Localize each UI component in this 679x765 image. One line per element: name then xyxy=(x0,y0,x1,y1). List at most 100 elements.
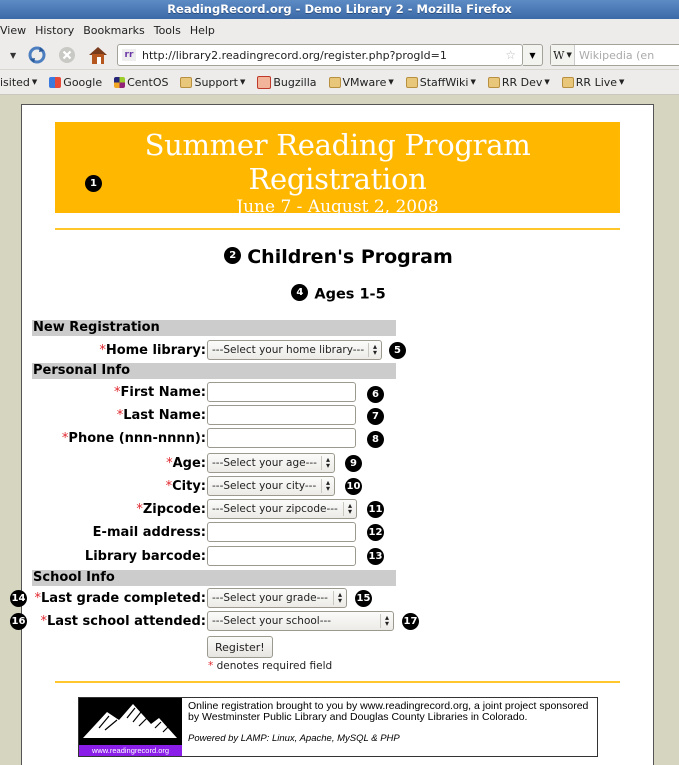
age-group: Ages 1-5 xyxy=(314,286,386,303)
readingrecord-logo[interactable]: www.readingrecord.org xyxy=(79,698,182,756)
phone-label: *Phone (nnn-nnnn): xyxy=(62,431,206,446)
url-text: http://library2.readingrecord.org/regist… xyxy=(142,48,447,62)
stop-button[interactable] xyxy=(56,44,78,66)
bookmark-google[interactable]: Google xyxy=(49,76,102,89)
select-value: ---Select your school--- xyxy=(212,615,332,627)
age-select[interactable]: ---Select your age--- ▴ ▾ xyxy=(207,453,335,473)
divider xyxy=(55,681,620,683)
banner-title: Summer Reading Program Registration xyxy=(144,128,531,196)
home-button[interactable] xyxy=(86,44,110,66)
westminster-logo-icon xyxy=(273,225,294,239)
reload-button[interactable] xyxy=(26,44,48,66)
required-field-note: * denotes required field xyxy=(208,660,332,672)
phone-input[interactable] xyxy=(207,428,356,448)
chevron-down-icon: ▼ xyxy=(619,78,625,86)
search-placeholder: Wikipedia (en xyxy=(579,48,655,62)
menu-bookmarks[interactable]: Bookmarks xyxy=(83,24,144,37)
folder-icon xyxy=(487,76,500,88)
first-name-input[interactable] xyxy=(207,382,356,402)
bookmark-centos[interactable]: CentOS xyxy=(114,76,168,89)
form-row-grade: 14 *Last grade completed: ---Select your… xyxy=(10,587,655,609)
mountains-icon xyxy=(83,704,177,738)
note-text: denotes required field xyxy=(216,660,333,672)
form-row-home-library: *Home library: ---Select your home libra… xyxy=(22,339,655,361)
required-marker: * xyxy=(208,660,214,672)
url-bar[interactable]: rr http://library2.readingrecord.org/reg… xyxy=(117,44,523,66)
select-value: ---Select your city--- xyxy=(212,480,317,492)
form-row-zipcode: *Zipcode: ---Select your zipcode--- ▴ ▾ 1… xyxy=(22,498,655,520)
chevron-down-icon: ▼ xyxy=(239,78,246,86)
select-arrows-icon: ▴ ▾ xyxy=(343,502,356,516)
annotation-badge: 7 xyxy=(367,408,384,425)
barcode-label: Library barcode: xyxy=(84,548,206,564)
program-name: Children's Program xyxy=(247,246,453,268)
city-select[interactable]: ---Select your city--- ▴ ▾ xyxy=(207,476,335,496)
bookmark-rr-live[interactable]: RR Live ▼ xyxy=(561,76,625,89)
chevron-down-icon: ▼ xyxy=(31,78,38,86)
first-name-label: *First Name: xyxy=(114,385,206,400)
annotation-badge: 12 xyxy=(367,524,384,541)
annotation-badge: 2 xyxy=(224,247,242,264)
url-history-dropdown[interactable]: ▼ xyxy=(523,44,543,66)
menu-help[interactable]: Help xyxy=(190,24,215,37)
search-box[interactable]: W ▼ Wikipedia (en xyxy=(550,44,679,66)
annotation-badge: 4 xyxy=(291,284,309,301)
annotation-badge: 10 xyxy=(345,478,362,495)
folder-icon xyxy=(328,76,341,88)
navigation-toolbar: ▼ rr http://library2.readingrecord.org/r… xyxy=(0,41,679,69)
window-title-bar: ReadingRecord.org - Demo Library 2 - Moz… xyxy=(0,0,679,19)
select-value: ---Select your age--- xyxy=(212,457,317,469)
bookmark-label: StaffWiki xyxy=(419,75,469,89)
bookmark-vmware[interactable]: VMware ▼ xyxy=(328,75,394,89)
bookmark-support[interactable]: Support ▼ xyxy=(180,76,245,89)
home-library-select[interactable]: ---Select your home library--- ▴ ▾ xyxy=(207,340,382,360)
bookmark-rr-dev[interactable]: RR Dev ▼ xyxy=(487,75,550,89)
bookmark-label: VMware xyxy=(342,75,387,89)
bookmark-label: Google xyxy=(63,75,103,89)
banner-dates: June 7 - August 2, 2008 xyxy=(236,197,439,217)
site-favicon: rr xyxy=(122,49,136,61)
select-arrows-icon: ▴ ▾ xyxy=(380,614,393,628)
google-icon xyxy=(49,76,62,88)
menu-history[interactable]: History xyxy=(35,24,74,37)
zipcode-select[interactable]: ---Select your zipcode--- ▴ ▾ xyxy=(207,499,357,519)
bookmark-label: RR Dev xyxy=(501,75,543,89)
select-value: ---Select your grade--- xyxy=(212,592,328,604)
chevron-down-icon: ▼ xyxy=(544,78,550,86)
bookmark-bugzilla[interactable]: Bugzilla xyxy=(257,75,317,89)
search-engine-selector[interactable]: W ▼ xyxy=(551,45,575,65)
select-arrows-icon: ▴ ▾ xyxy=(321,456,334,470)
annotation-badge: 16 xyxy=(10,613,27,630)
menu-tools[interactable]: Tools xyxy=(154,24,181,37)
westminster-logo: WESTMINSTER xyxy=(55,223,620,239)
centos-icon xyxy=(114,76,126,88)
label-text: Phone (nnn-nnnn): xyxy=(68,430,206,446)
bookmark-staffwiki[interactable]: StaffWiki ▼ xyxy=(405,75,476,89)
back-history-dropdown-icon[interactable]: ▼ xyxy=(10,44,16,66)
bookmark-most-visited[interactable]: isited ▼ xyxy=(0,76,37,89)
bookmark-star-icon[interactable]: ☆ xyxy=(505,48,516,62)
footer-text-block: Online registration brought to you by ww… xyxy=(182,698,597,756)
divider xyxy=(55,228,620,230)
email-input[interactable] xyxy=(207,522,356,542)
barcode-input[interactable] xyxy=(207,546,356,566)
section-new-registration: New Registration xyxy=(32,320,396,336)
grade-select[interactable]: ---Select your grade--- ▴ ▾ xyxy=(207,588,347,608)
bookmark-label: Bugzilla xyxy=(273,75,317,89)
bookmarks-toolbar: isited ▼ Google CentOS Support ▼ Bugzilla … xyxy=(0,69,679,95)
folder-icon xyxy=(405,76,418,88)
label-text: First Name: xyxy=(120,384,206,400)
zipcode-label: *Zipcode: xyxy=(136,502,206,517)
footer-description: Online registration brought to you by ww… xyxy=(188,700,589,723)
label-text: Last school attended: xyxy=(47,613,206,629)
select-value: ---Select your zipcode--- xyxy=(212,503,338,515)
form-row-age: *Age: ---Select your age--- ▴ ▾ 9 xyxy=(22,452,655,474)
school-select[interactable]: ---Select your school--- ▴ ▾ xyxy=(207,611,394,631)
last-name-input[interactable] xyxy=(207,405,356,425)
register-button[interactable]: Register! xyxy=(207,636,273,658)
program-heading: 2 Children's Program xyxy=(22,246,655,268)
form-row-first-name: *First Name: 6 xyxy=(22,381,655,403)
grade-label: *Last grade completed: xyxy=(35,591,206,606)
annotation-badge: 5 xyxy=(389,341,406,359)
menu-view[interactable]: View xyxy=(0,24,26,37)
